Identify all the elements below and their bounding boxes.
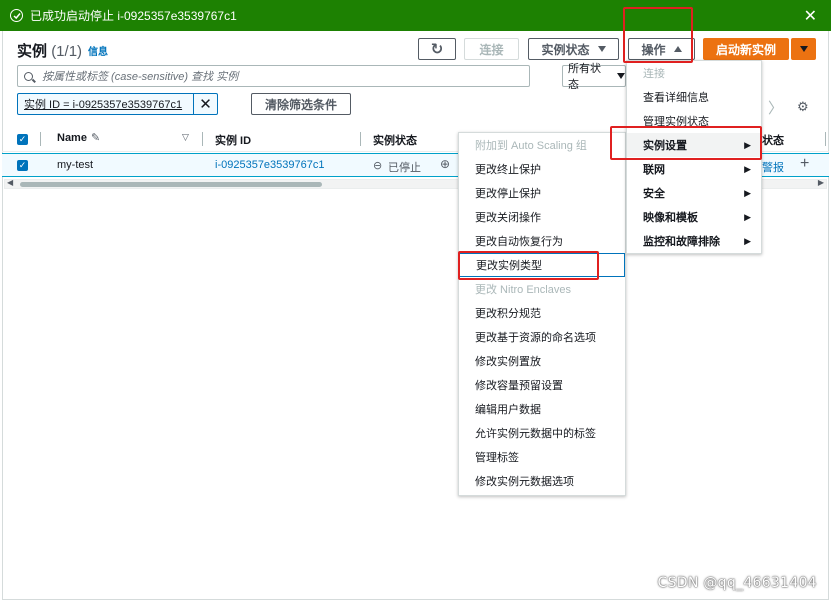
menu-item-capacity-reservation[interactable]: 修改容量预留设置 (459, 373, 625, 397)
instance-state-label: 实例状态 (541, 42, 590, 57)
next-page-icon[interactable]: 〉 (768, 97, 783, 118)
actions-menu: 连接 查看详细信息 管理实例状态 实例设置 ▶ 联网 ▶ 安全 ▶ 映像和模板 … (626, 60, 762, 254)
state-filter-select[interactable]: 所有状态 (562, 63, 626, 91)
menu-item-metadata-tags[interactable]: 允许实例元数据中的标签 (459, 421, 625, 445)
gear-icon[interactable]: ⚙ (797, 99, 809, 115)
caret-down-icon (617, 73, 625, 79)
check-circle-icon (10, 9, 23, 22)
menu-item-monitor-troubleshoot[interactable]: 监控和故障排除 ▶ (627, 229, 761, 253)
menu-item-nitro-enclaves[interactable]: 更改 Nitro Enclaves (459, 277, 625, 301)
menu-item-instance-placement[interactable]: 修改实例置放 (459, 349, 625, 373)
networking-label: 联网 (643, 164, 665, 176)
column-divider (40, 132, 41, 146)
instance-state-value: 已停止 (388, 162, 421, 174)
close-icon[interactable]: ✕ (804, 6, 817, 26)
page-title-text: 实例 (17, 43, 48, 60)
launch-dropdown-button[interactable] (791, 38, 816, 60)
caret-up-icon (673, 46, 682, 52)
search-placeholder: 按属性或标签 (case-sensitive) 查找 实例 (42, 71, 239, 83)
clear-filters-button[interactable]: 清除筛选条件 (251, 93, 351, 115)
success-flashbar: 已成功启动停止 i-0925357e3539767c1 ✕ (0, 0, 831, 31)
zoom-in-icon[interactable]: ⊕ (440, 157, 450, 171)
security-label: 安全 (643, 188, 665, 200)
column-header-name[interactable]: Name (57, 132, 87, 144)
column-divider (825, 132, 826, 146)
clear-filters-label: 清除筛选条件 (264, 97, 337, 112)
instance-settings-submenu: 附加到 Auto Scaling 组 更改终止保护 更改停止保护 更改关闭操作 … (458, 132, 626, 496)
instance-settings-label: 实例设置 (643, 140, 687, 152)
launch-label: 启动新实例 (715, 42, 776, 57)
filter-token: 实例 ID = i-0925357e3539767c1 ✕ (17, 93, 218, 115)
menu-item-connect[interactable]: 连接 (627, 61, 761, 85)
menu-item-termination-protection[interactable]: 更改终止保护 (459, 157, 625, 181)
actions-label: 操作 (641, 42, 666, 57)
select-all-checkbox[interactable]: ✓ (17, 134, 28, 145)
menu-item-instance-settings[interactable]: 实例设置 ▶ (627, 133, 761, 157)
connect-button[interactable]: 连接 (464, 38, 519, 60)
instance-name: my-test (57, 159, 94, 171)
column-header-instance-id[interactable]: 实例 ID (215, 132, 251, 148)
watermark-text: CSDN @qq_46631404 (657, 575, 817, 591)
instance-state-button[interactable]: 实例状态 (528, 38, 619, 60)
menu-item-metadata-options[interactable]: 修改实例元数据选项 (459, 469, 625, 493)
instance-count: (1/1) (51, 43, 83, 60)
launch-instance-button[interactable]: 启动新实例 (703, 38, 789, 60)
column-divider (202, 132, 203, 146)
page-title: 实例 (1/1) (17, 40, 82, 61)
caret-down-icon (799, 46, 808, 52)
submenu-arrow-icon: ▶ (744, 187, 751, 198)
search-icon (24, 71, 33, 81)
menu-item-edit-user-data[interactable]: 编辑用户数据 (459, 397, 625, 421)
column-divider (360, 132, 361, 146)
images-templates-label: 映像和模板 (643, 212, 698, 224)
sort-descending-icon[interactable]: ▽ (182, 132, 189, 143)
menu-item-credit-specification[interactable]: 更改积分规范 (459, 301, 625, 325)
filter-token-text[interactable]: 实例 ID = i-0925357e3539767c1 (18, 96, 182, 112)
state-filter-value: 所有状态 (568, 63, 601, 91)
refresh-button[interactable]: ↻ (418, 38, 456, 60)
menu-item-networking[interactable]: 联网 ▶ (627, 157, 761, 181)
menu-item-manage-tags[interactable]: 管理标签 (459, 445, 625, 469)
menu-item-images-templates[interactable]: 映像和模板 ▶ (627, 205, 761, 229)
remove-filter-icon[interactable]: ✕ (193, 94, 217, 114)
menu-item-change-instance-type[interactable]: 更改实例类型 (459, 253, 625, 277)
stopped-icon: ⊖ (373, 160, 383, 172)
submenu-arrow-icon: ▶ (744, 211, 751, 222)
refresh-icon: ↻ (430, 41, 444, 58)
column-header-instance-state[interactable]: 实例状态 (373, 132, 417, 148)
submenu-arrow-icon: ▶ (744, 139, 751, 150)
menu-item-resource-naming[interactable]: 更改基于资源的命名选项 (459, 325, 625, 349)
column-header-status[interactable]: 状态 (762, 132, 784, 148)
instance-id-link[interactable]: i-0925357e3539767c1 (215, 159, 325, 171)
row-checkbox[interactable]: ✓ (17, 160, 28, 171)
menu-item-security[interactable]: 安全 ▶ (627, 181, 761, 205)
edit-icon: ✎ (91, 132, 101, 144)
actions-button[interactable]: 操作 (628, 38, 695, 60)
menu-item-manage-state[interactable]: 管理实例状态 (627, 109, 761, 133)
search-input[interactable]: 按属性或标签 (case-sensitive) 查找 实例 (17, 65, 530, 87)
info-link[interactable]: 信息 (88, 43, 108, 58)
scrollbar-thumb[interactable] (20, 182, 322, 187)
alarm-link[interactable]: 警报 (762, 159, 784, 175)
caret-down-icon (597, 46, 606, 52)
submenu-arrow-icon: ▶ (744, 235, 751, 246)
menu-item-stop-protection[interactable]: 更改停止保护 (459, 181, 625, 205)
submenu-arrow-icon: ▶ (744, 163, 751, 174)
monitor-troubleshoot-label: 监控和故障排除 (643, 236, 720, 248)
menu-item-shutdown-behavior[interactable]: 更改关闭操作 (459, 205, 625, 229)
scroll-right-icon[interactable]: ▶ (818, 178, 824, 187)
menu-item-attach-autoscaling[interactable]: 附加到 Auto Scaling 组 (459, 133, 625, 157)
menu-item-auto-recovery[interactable]: 更改自动恢复行为 (459, 229, 625, 253)
connect-label: 连接 (479, 42, 504, 57)
menu-item-view-details[interactable]: 查看详细信息 (627, 85, 761, 109)
flash-message: 已成功启动停止 i-0925357e3539767c1 (30, 9, 237, 23)
scroll-left-icon[interactable]: ◀ (7, 178, 13, 187)
add-alarm-icon[interactable]: + (800, 155, 809, 173)
